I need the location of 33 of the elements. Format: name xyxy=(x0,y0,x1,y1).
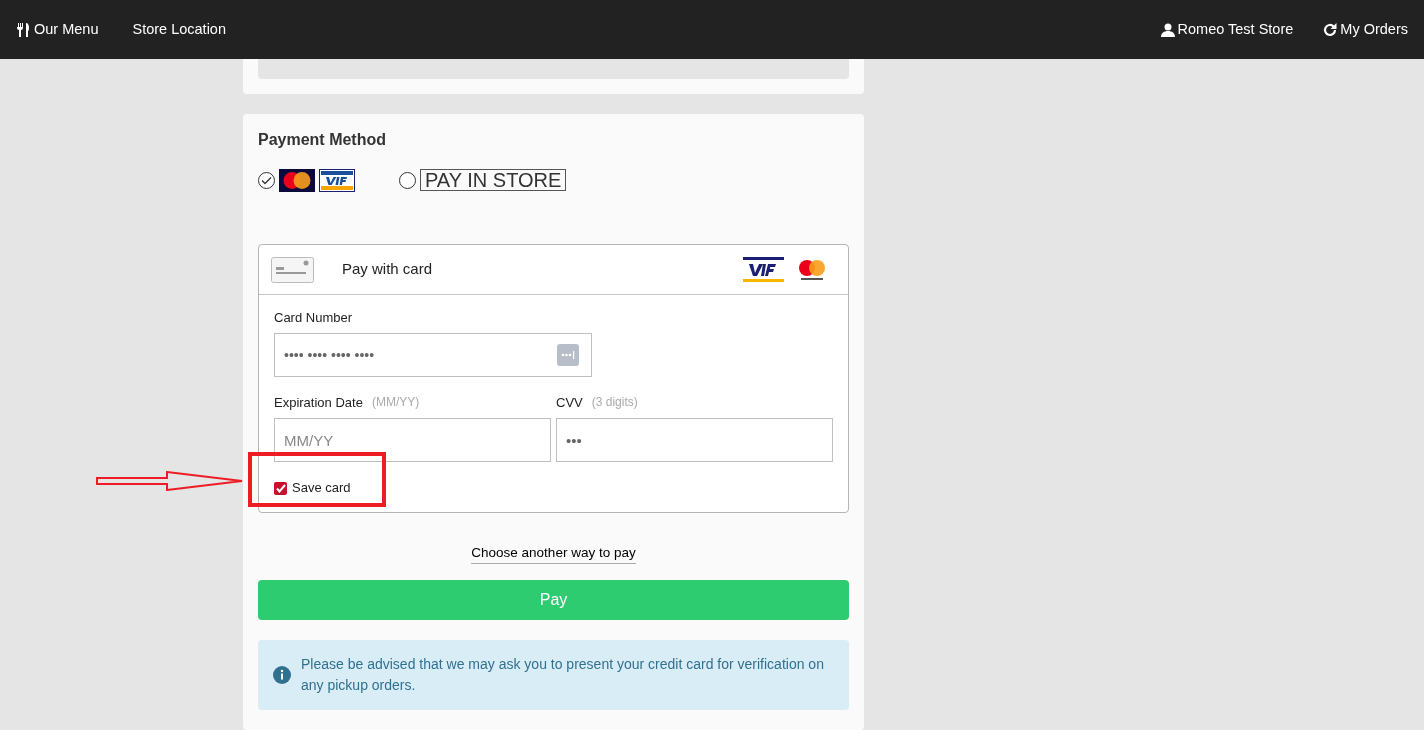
card-dots-icon xyxy=(557,343,579,366)
field-label: Expiration Date xyxy=(274,393,363,412)
visa-logo-icon xyxy=(743,257,784,282)
visa-logo-icon xyxy=(319,168,355,192)
nav-link-label: Romeo Test Store xyxy=(1177,19,1294,39)
field-hint: (3 digits) xyxy=(591,393,638,411)
section-title: Payment Method xyxy=(258,130,387,150)
nav-link[interactable]: Store Location xyxy=(132,18,226,41)
cvv-field[interactable]: ••• xyxy=(556,418,833,462)
save-card-label: Save card xyxy=(292,479,351,498)
pay-with-card-label: Pay with card xyxy=(342,259,433,280)
checkmark-icon xyxy=(261,175,272,185)
field-label: Card Number xyxy=(274,309,354,327)
nav-link-label: My Orders xyxy=(1340,19,1408,39)
choose-another-way-link[interactable]: Choose another way to pay xyxy=(471,543,636,565)
save-card-checkbox[interactable] xyxy=(274,481,287,495)
checkmark-icon xyxy=(275,483,286,493)
nav-link-label: Our Menu xyxy=(34,19,99,39)
info-icon xyxy=(273,666,291,685)
mastercard-logo-icon xyxy=(798,258,826,281)
fork-knife-icon xyxy=(16,22,31,37)
notice-text: Please be advised that we may ask you to present your credit card for verification on any pickup orders. xyxy=(301,655,825,696)
pay-in-store-label: PAY IN STORE xyxy=(420,169,567,191)
refresh-icon xyxy=(1323,22,1338,37)
user-icon xyxy=(1160,22,1175,37)
credit-card-icon xyxy=(271,256,314,283)
radio-button[interactable] xyxy=(399,171,416,189)
expiration-date-field[interactable]: MM/YY xyxy=(274,418,551,462)
radio-button[interactable] xyxy=(258,171,275,189)
mastercard-logo-icon xyxy=(279,168,315,192)
card-number-field[interactable]: •••• •••• •••• •••• xyxy=(274,332,592,377)
field-hint: (MM/YY) xyxy=(371,393,420,411)
field-label: CVV xyxy=(556,393,583,412)
